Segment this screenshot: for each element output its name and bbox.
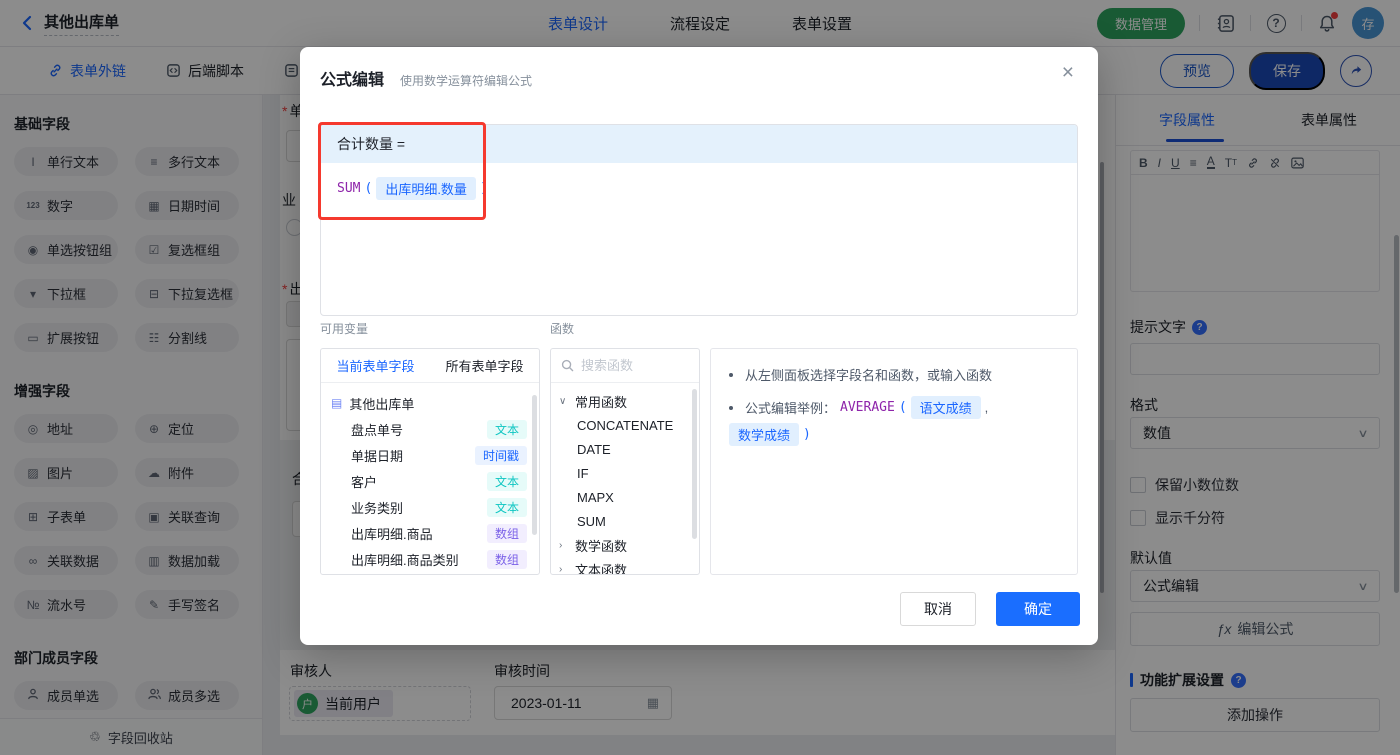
modal-subtitle: 使用数学运算符编辑公式	[400, 74, 533, 88]
hint-line-1: 从左侧面板选择字段名和函数，或输入函数	[729, 365, 1059, 384]
example-field-chip: 数学成绩	[729, 423, 800, 446]
function-search[interactable]	[551, 349, 699, 383]
variables-scrollbar[interactable]	[532, 395, 537, 535]
confirm-button[interactable]: 确定	[996, 592, 1080, 626]
form-doc-icon: ▤	[331, 396, 343, 410]
type-badge: 文本	[486, 471, 527, 491]
variable-row[interactable]: 客户 文本	[321, 468, 539, 494]
tab-current-form-fields[interactable]: 当前表单字段	[321, 349, 430, 382]
variable-row[interactable]: 出库明细.商品类别 数组	[321, 546, 539, 572]
search-icon	[561, 359, 574, 372]
formula-field-chip[interactable]: 出库明细.数量	[376, 177, 476, 200]
function-item[interactable]: SUM	[551, 509, 699, 533]
function-item[interactable]: CONCATENATE	[551, 413, 699, 437]
function-group-math[interactable]: › 数学函数	[551, 533, 699, 557]
function-item[interactable]: MAPX	[551, 485, 699, 509]
example-field-chip: 语文成绩	[910, 396, 981, 419]
formula-editor-modal: 公式编辑 使用数学运算符编辑公式 × 合计数量 = SUM ( 出库明细.数量 …	[300, 47, 1098, 645]
variables-label: 可用变量	[320, 322, 369, 336]
formula-input-area[interactable]: 合计数量 = SUM ( 出库明细.数量 )	[320, 124, 1078, 316]
type-badge: 文本	[486, 419, 527, 439]
variables-panel: 当前表单字段 所有表单字段 ▤ 其他出库单 盘点单号 文本 单据日期 时间戳 客户文…	[320, 348, 540, 575]
type-badge: 数组	[486, 549, 527, 569]
tab-all-form-fields[interactable]: 所有表单字段	[430, 349, 539, 382]
cancel-button[interactable]: 取消	[900, 592, 976, 626]
functions-label: 函数	[550, 322, 575, 336]
formula-close-paren: )	[479, 181, 488, 196]
example-function: AVERAGE	[840, 400, 895, 415]
chevron-collapsed-icon: ›	[559, 563, 563, 575]
variable-row[interactable]: 单据日期 时间戳	[321, 442, 539, 468]
formula-open-paren: (	[364, 181, 373, 196]
type-badge: 文本	[486, 497, 527, 517]
type-badge: 数组	[486, 523, 527, 543]
close-icon[interactable]: ×	[1062, 61, 1074, 85]
modal-title: 公式编辑	[320, 72, 385, 89]
variable-row[interactable]: 盘点单号 文本	[321, 416, 539, 442]
function-group-common[interactable]: ∨ 常用函数	[551, 389, 699, 413]
function-search-input[interactable]	[581, 358, 681, 373]
variable-row[interactable]: 出库明细.商品 数组	[321, 520, 539, 546]
functions-panel: ∨常用函数 CONCATENATE DATE IF MAPX SUM ›数学函数…	[550, 348, 700, 575]
function-item[interactable]: DATE	[551, 437, 699, 461]
hints-panel: 从左侧面板选择字段名和函数，或输入函数 公式编辑举例： AVERAGE ( 语文…	[710, 348, 1078, 575]
formula-target: 合计数量 =	[321, 125, 1077, 163]
variable-row[interactable]: 业务类别 文本	[321, 494, 539, 520]
function-group-text[interactable]: › 文本函数	[551, 557, 699, 575]
formula-function: SUM	[337, 181, 361, 196]
functions-scrollbar[interactable]	[692, 389, 697, 539]
variable-root-row[interactable]: ▤ 其他出库单	[321, 390, 539, 416]
chevron-expanded-icon: ∨	[559, 395, 567, 407]
chevron-collapsed-icon: ›	[559, 539, 563, 551]
type-badge: 时间戳	[474, 445, 527, 465]
hint-line-2: 公式编辑举例： AVERAGE ( 语文成绩 , 数学成绩 )	[729, 396, 1059, 446]
function-item[interactable]: IF	[551, 461, 699, 485]
